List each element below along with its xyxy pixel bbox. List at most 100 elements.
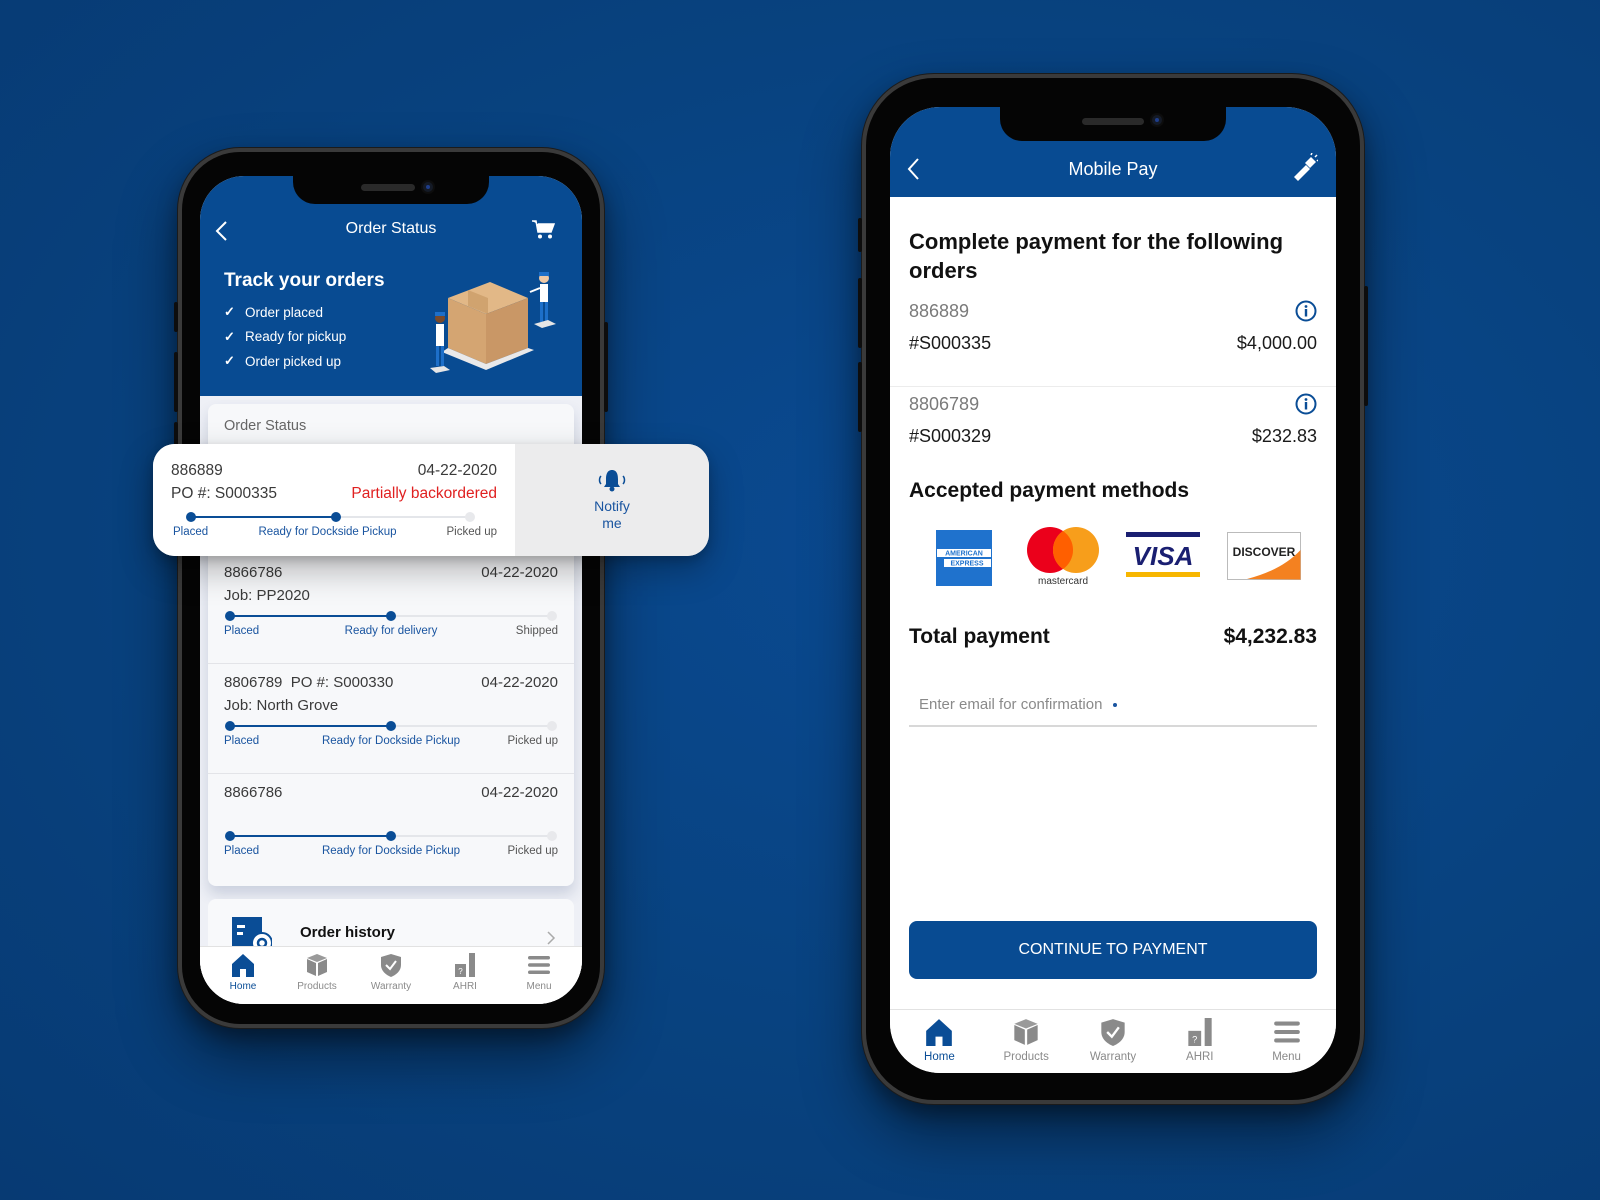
order-number: 886889: [171, 462, 223, 479]
mobile-pay-screen: Mobile Pay Complete payment for the foll…: [890, 107, 1336, 1073]
shield-check-icon: [381, 954, 401, 977]
payment-row: 886889 #S000335 $4,000.00: [890, 295, 1336, 387]
power-button: [1364, 286, 1368, 406]
order-number: 8806789 PO #: S000330: [224, 674, 394, 691]
total-label: Total payment: [909, 625, 1050, 648]
progress-labels: Placed Ready for delivery Shipped: [224, 625, 558, 639]
checklist-item: ✓ Ready for pickup: [224, 328, 347, 345]
mute-switch: [174, 302, 178, 332]
front-camera: [1150, 113, 1164, 127]
step-label: Ready for delivery: [344, 625, 438, 637]
order-date: 04-22-2020: [481, 564, 558, 581]
order-row[interactable]: 8866786 04-22-2020 Placed Ready for Dock…: [208, 774, 574, 884]
tab-products[interactable]: Products: [991, 1018, 1061, 1073]
panel-title: Order Status: [224, 418, 307, 434]
power-button: [604, 322, 608, 412]
notch: [1000, 107, 1226, 141]
tab-bar: Home Products Warranty ? AHRI Menu: [890, 1009, 1336, 1073]
order-row[interactable]: 8806789 PO #: S000330 04-22-2020 Job: No…: [208, 664, 574, 774]
order-history-label: Order history: [300, 924, 396, 941]
svg-text:DISCOVER: DISCOVER: [1233, 545, 1296, 559]
checkmark-icon: ✓: [224, 328, 235, 344]
notify-me-label: Notify me: [594, 498, 630, 531]
shopping-cart-icon[interactable]: [532, 220, 556, 240]
order-number: 886889: [909, 301, 970, 321]
divider: [890, 386, 1336, 387]
svg-text:?: ?: [458, 967, 463, 976]
tab-warranty[interactable]: Warranty: [356, 953, 426, 1004]
progress-dot-final: [547, 611, 557, 621]
order-amount: $4,000.00: [1236, 333, 1317, 353]
visa-logo-icon: VISA: [1126, 532, 1200, 577]
svg-text:AMERICAN: AMERICAN: [945, 551, 983, 558]
order-progress: [225, 611, 557, 621]
info-icon[interactable]: [1295, 300, 1317, 322]
order-status-phone: Order Status Track your orders ✓ Order pl…: [174, 148, 608, 1028]
tab-ahri[interactable]: ? AHRI: [1165, 1018, 1235, 1073]
progress-dot-ready: [331, 512, 342, 522]
progress-dot-ready: [386, 721, 396, 731]
svg-text:EXPRESS: EXPRESS: [950, 561, 983, 568]
total-value: $4,232.83: [1223, 625, 1317, 648]
step-label: Placed: [224, 845, 260, 857]
volume-up-button: [858, 278, 862, 348]
payment-heading: Complete payment for the following order…: [909, 229, 1284, 283]
highlighted-order-card[interactable]: 886889 04-22-2020 PO #: S000335 Partiall…: [153, 444, 709, 556]
discover-logo-icon: DISCOVER: [1227, 532, 1301, 580]
bell-ringing-icon: [598, 470, 626, 492]
step-label: Picked up: [507, 735, 558, 747]
ahri-icon: ?: [1188, 1018, 1212, 1046]
order-progress: [186, 512, 475, 522]
tab-home[interactable]: Home: [208, 953, 278, 1004]
svg-text:VISA: VISA: [1133, 541, 1194, 571]
order-progress: [225, 721, 557, 731]
order-number: 8866786: [224, 784, 283, 801]
tab-products[interactable]: Products: [282, 953, 352, 1004]
step-label: Shipped: [515, 625, 558, 637]
step-label: Picked up: [507, 845, 558, 857]
hero-checklist: ✓ Order placed ✓ Ready for pickup ✓ Order p…: [224, 300, 346, 374]
order-date: 04-22-2020: [417, 462, 497, 479]
mute-switch: [858, 218, 862, 252]
mobile-pay-content: Complete payment for the following order…: [890, 197, 1336, 1009]
progress-dot-placed: [186, 512, 196, 522]
step-label: Placed: [224, 735, 260, 747]
chevron-right-icon: [547, 931, 556, 945]
progress-dot-ready: [386, 611, 396, 621]
tab-home[interactable]: Home: [904, 1018, 974, 1073]
notify-me-button[interactable]: Notify me: [515, 444, 709, 556]
hero-title: Track your orders: [224, 270, 385, 291]
flashlight-icon[interactable]: [1292, 153, 1318, 181]
svg-text:?: ?: [1192, 1035, 1197, 1045]
front-camera: [421, 180, 435, 194]
step-label: Placed: [173, 526, 209, 538]
page-title: Mobile Pay: [1068, 159, 1158, 179]
shield-check-icon: [1101, 1019, 1125, 1046]
tab-menu[interactable]: Menu: [504, 953, 574, 1004]
volume-down-button: [858, 362, 862, 432]
box-icon: [307, 954, 327, 976]
progress-labels: Placed Ready for Dockside Pickup Picked …: [224, 845, 558, 859]
payment-row: 8806789 #S000329 $232.83: [890, 388, 1336, 480]
email-input[interactable]: [909, 687, 1317, 727]
tab-warranty[interactable]: Warranty: [1078, 1018, 1148, 1073]
info-icon[interactable]: [1295, 393, 1317, 415]
tab-ahri[interactable]: ? AHRI: [430, 953, 500, 1004]
progress-labels: Placed Ready for Dockside Pickup Picked …: [224, 735, 558, 749]
progress-dot-ready: [386, 831, 396, 841]
notch: [293, 176, 489, 204]
ahri-icon: ?: [455, 953, 475, 977]
order-row[interactable]: 8866786 04-22-2020 Job: PP2020 Placed Re…: [208, 554, 574, 664]
order-reference: Job: PP2020: [224, 587, 310, 604]
continue-to-payment-button[interactable]: CONTINUE TO PAYMENT: [909, 921, 1317, 979]
order-amount: $232.83: [1251, 426, 1317, 446]
progress-labels: Placed Ready for Dockside Pickup Picked …: [171, 526, 497, 540]
tab-menu[interactable]: Menu: [1252, 1018, 1322, 1073]
svg-text:mastercard: mastercard: [1038, 576, 1088, 587]
progress-fill: [230, 615, 391, 617]
order-date: 04-22-2020: [481, 674, 558, 691]
home-icon: [926, 1019, 953, 1046]
required-indicator: [1113, 703, 1117, 707]
hamburger-menu-icon: [1273, 1021, 1300, 1043]
order-card-content[interactable]: 886889 04-22-2020 PO #: S000335 Partiall…: [153, 444, 515, 556]
